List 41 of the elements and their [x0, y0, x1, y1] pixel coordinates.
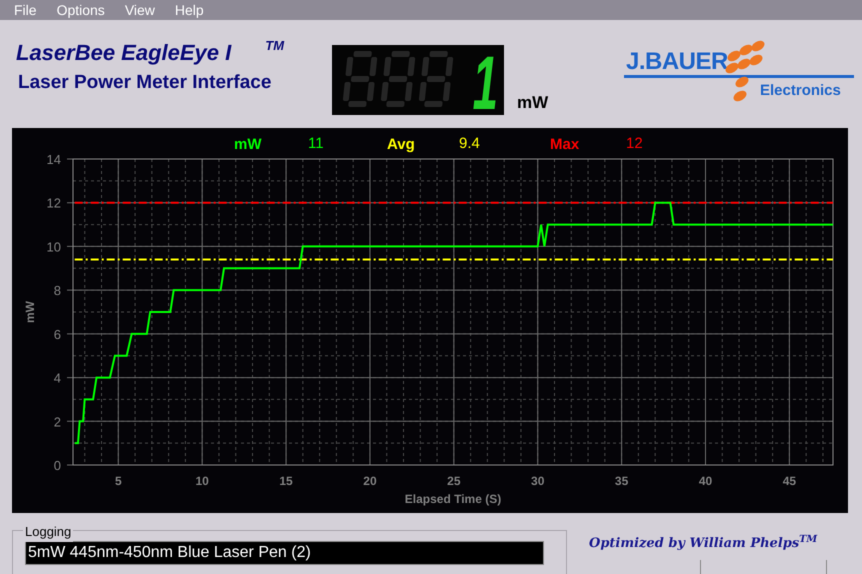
logo-name: J.BAUER [626, 47, 728, 77]
segment-digit-drawing [342, 51, 378, 107]
x-tick-label: 20 [363, 474, 377, 488]
readout-value: 12 [626, 135, 643, 152]
x-tick-label: 10 [196, 474, 209, 488]
readout-value: 11 [308, 135, 324, 152]
x-tick-label: 5 [114, 474, 122, 488]
menu-item[interactable]: Options [46, 0, 115, 20]
app-title: LaserBee EagleEye I [16, 39, 232, 67]
y-tick-label: 4 [54, 370, 61, 386]
app-subtitle: Laser Power Meter Interface [18, 71, 272, 95]
menu-item[interactable]: File [4, 0, 47, 20]
credit-text: Optimized by William Phelps$^{TM}$ [589, 534, 818, 553]
y-axis-title: mW [23, 301, 37, 323]
logo-tagline: Electronics [760, 81, 841, 101]
x-axis-title: Elapsed Time (S) [404, 492, 502, 506]
segment-digit-drawing [418, 51, 454, 107]
x-tick-label: 25 [447, 474, 461, 488]
y-tick-label: 14 [46, 152, 61, 167]
x-tick-label: 30 [531, 474, 544, 488]
y-tick-label: 0 [54, 458, 61, 473]
x-tick-label: 15 [279, 474, 293, 488]
unit-label: mW [517, 92, 548, 114]
legend-label: Max [550, 136, 580, 153]
menu-item[interactable]: View [114, 0, 165, 20]
legend-label: mW [234, 136, 262, 153]
log-name-field[interactable]: 5mW 445nm-450nm Blue Laser Pen (2) [25, 541, 544, 565]
readout-value: 9.4 [459, 135, 480, 152]
display-reading: 1 [472, 45, 498, 115]
y-tick-label: 6 [54, 326, 61, 342]
y-tick-label: 10 [46, 239, 61, 254]
legend-label: Avg [387, 136, 415, 153]
x-tick-label: 45 [782, 474, 796, 488]
menu-item[interactable]: Help [164, 0, 214, 20]
y-tick-label: 12 [46, 196, 61, 211]
trademark: TM [265, 37, 284, 55]
segment-digit-drawing [380, 51, 416, 107]
x-tick-label: 40 [698, 474, 712, 488]
y-tick-label: 2 [54, 414, 61, 430]
y-tick-label: 8 [54, 283, 61, 298]
x-tick-label: 35 [614, 474, 628, 488]
